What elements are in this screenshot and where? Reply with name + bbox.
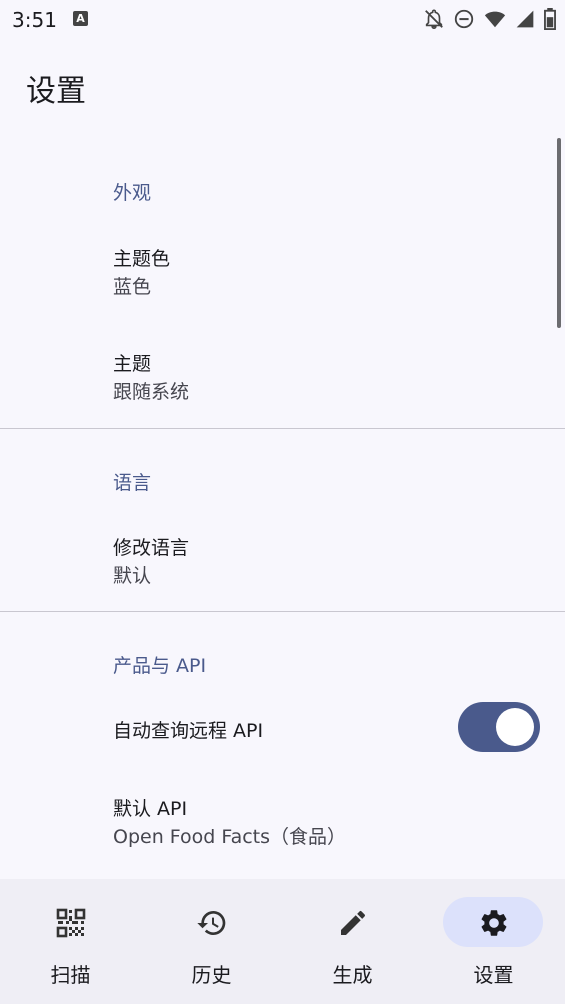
section-header-product-api: 产品与 API bbox=[113, 655, 207, 677]
toggle-thumb bbox=[496, 708, 534, 746]
scrollbar[interactable] bbox=[557, 138, 561, 328]
change-language-title: 修改语言 bbox=[113, 537, 190, 559]
nav-item-scan[interactable]: 扫描 bbox=[0, 879, 141, 1004]
history-icon bbox=[196, 911, 225, 935]
wifi-icon bbox=[484, 11, 506, 28]
nav-item-history[interactable]: 历史 bbox=[141, 879, 282, 1004]
pencil-icon bbox=[340, 910, 365, 935]
do-not-disturb-icon bbox=[454, 9, 474, 29]
nav-item-settings[interactable]: 设置 bbox=[423, 879, 564, 1004]
change-language-value: 默认 bbox=[113, 565, 152, 587]
nav-label-history: 历史 bbox=[191, 963, 232, 987]
default-api-value: Open Food Facts（食品） bbox=[113, 826, 347, 848]
theme-color-value: 蓝色 bbox=[113, 276, 152, 298]
gear-icon bbox=[481, 910, 506, 936]
default-api-title: 默认 API bbox=[113, 798, 188, 820]
battery-icon bbox=[544, 8, 556, 30]
status-bar: 3:51 A bbox=[0, 0, 565, 40]
bottom-navigation: 扫描 历史 生成 设置 bbox=[0, 879, 565, 1004]
divider bbox=[0, 428, 565, 429]
section-header-appearance: 外观 bbox=[113, 182, 152, 204]
theme-title: 主题 bbox=[113, 353, 152, 375]
nav-label-settings: 设置 bbox=[473, 963, 514, 987]
auto-query-toggle[interactable] bbox=[458, 702, 540, 752]
qr-scan-icon bbox=[56, 908, 85, 938]
app-notification-icon: A bbox=[73, 11, 88, 26]
signal-icon bbox=[516, 10, 534, 28]
theme-color-title: 主题色 bbox=[113, 248, 171, 270]
nav-label-scan: 扫描 bbox=[50, 963, 91, 987]
section-header-language: 语言 bbox=[113, 472, 152, 494]
status-icons bbox=[423, 8, 557, 30]
nav-item-generate[interactable]: 生成 bbox=[282, 879, 423, 1004]
bell-off-icon bbox=[425, 9, 443, 29]
theme-value: 跟随系统 bbox=[113, 381, 190, 403]
auto-query-title: 自动查询远程 API bbox=[113, 720, 264, 742]
nav-label-generate: 生成 bbox=[332, 963, 373, 987]
page-title: 设置 bbox=[26, 74, 86, 109]
divider bbox=[0, 611, 565, 612]
status-time: 3:51 bbox=[12, 8, 57, 32]
